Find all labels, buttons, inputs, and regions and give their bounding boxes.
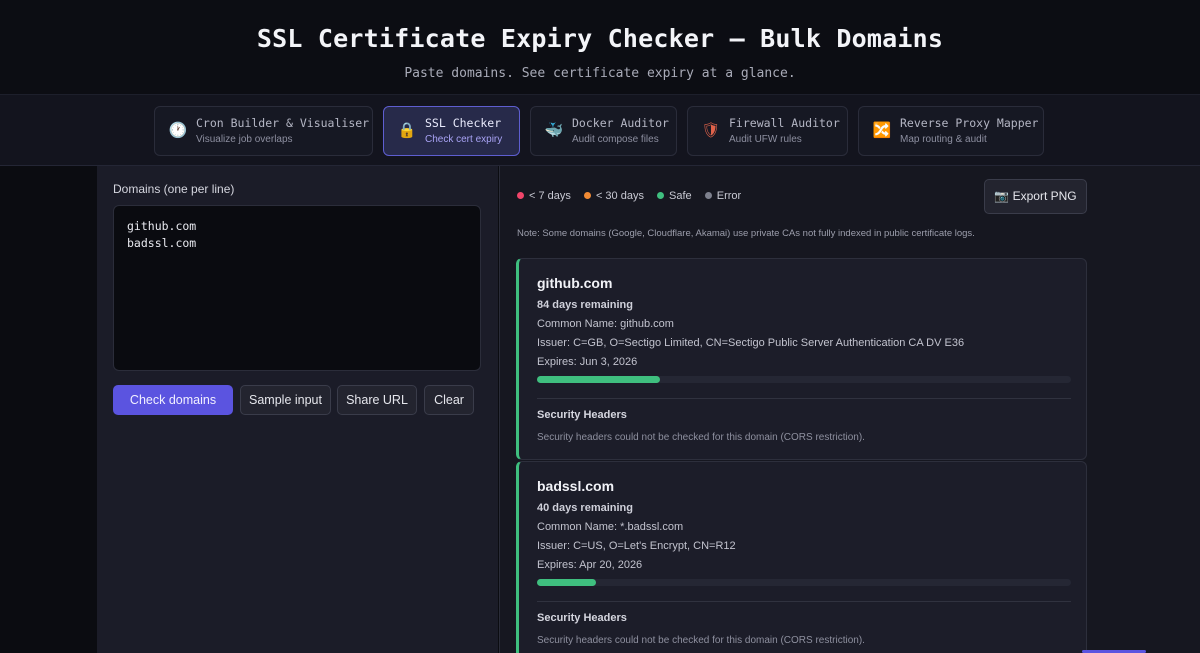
nav-item-subtitle: Visualize job overlaps <box>196 134 293 145</box>
card-domain: badssl.com <box>537 478 615 494</box>
legend-item-safe: Safe <box>657 190 692 202</box>
lock-icon: 🔒 <box>397 122 417 139</box>
input-panel: Domains (one per line) Check domains Sam… <box>97 166 498 653</box>
green-dot-icon <box>657 192 665 199</box>
expiry-date: Expires: Apr 20, 2026 <box>537 559 643 571</box>
domains-textarea[interactable] <box>113 205 481 371</box>
export-png-button[interactable]: 📷 Export PNG <box>984 179 1087 214</box>
legend-item-warning: < 30 days <box>583 190 644 202</box>
card-divider <box>537 601 1071 602</box>
security-headers-message: Security headers could not be checked fo… <box>537 635 865 646</box>
domain-result-card: github.com 84 days remaining Common Name… <box>516 258 1087 460</box>
domain-result-card: badssl.com 40 days remaining Common Name… <box>516 461 1087 653</box>
nav-item-title: SSL Checker <box>425 116 502 130</box>
nav-item-title: Docker Auditor <box>572 116 669 130</box>
security-headers-message: Security headers could not be checked fo… <box>537 432 865 443</box>
nav-item-subtitle: Audit UFW rules <box>729 134 802 145</box>
results-panel: < 7 days < 30 days Safe Error 📷 Export P… <box>499 166 1200 653</box>
security-headers-title: Security Headers <box>537 409 627 421</box>
red-dot-icon <box>517 192 524 199</box>
issuer: Issuer: C=US, O=Let's Encrypt, CN=R12 <box>537 540 736 552</box>
nav-item-firewall-auditor[interactable]: 🛡 Firewall Auditor Audit UFW rules <box>687 106 848 156</box>
days-remaining: 84 days remaining <box>537 299 633 311</box>
nav-item-subtitle: Check cert expiry <box>425 134 503 145</box>
whale-icon: 🐳 <box>544 122 564 139</box>
gray-dot-icon <box>704 192 712 199</box>
nav-item-reverse-proxy-mapper[interactable]: 🔀 Reverse Proxy Mapper Map routing & aud… <box>858 106 1044 156</box>
legend-item-error: Error <box>704 190 741 202</box>
ca-note: Note: Some domains (Google, Cloudflare, … <box>517 228 975 239</box>
page-subtitle: Paste domains. See certificate expiry at… <box>404 66 796 81</box>
page-title: SSL Certificate Expiry Checker — Bulk Do… <box>256 24 944 53</box>
common-name: Common Name: github.com <box>537 318 674 330</box>
expiry-date: Expires: Jun 3, 2026 <box>537 356 638 368</box>
clear-button[interactable]: Clear <box>424 385 474 415</box>
check-domains-button[interactable]: Check domains <box>113 385 233 415</box>
nav-item-title: Cron Builder & Visualiser <box>196 116 370 130</box>
security-headers-title: Security Headers <box>537 612 627 624</box>
clock-icon: 🕐 <box>168 122 188 139</box>
page-header: SSL Certificate Expiry Checker — Bulk Do… <box>0 0 1200 94</box>
card-domain: github.com <box>537 275 613 291</box>
expiry-progress-bar <box>537 376 1071 383</box>
nav-item-ssl-checker[interactable]: 🔒 SSL Checker Check cert expiry <box>383 106 520 156</box>
orange-dot-icon <box>583 192 591 199</box>
shuffle-icon: 🔀 <box>872 122 892 139</box>
shield-icon: 🛡 <box>701 122 721 139</box>
domains-label: Domains (one per line) <box>113 182 235 196</box>
nav-item-subtitle: Map routing & audit <box>900 134 987 145</box>
common-name: Common Name: *.badssl.com <box>537 521 684 533</box>
nav-item-title: Reverse Proxy Mapper <box>900 116 1039 130</box>
days-remaining: 40 days remaining <box>537 502 633 514</box>
nav-item-subtitle: Audit compose files <box>572 134 659 145</box>
card-divider <box>537 398 1071 399</box>
expiry-progress-fill <box>537 376 660 383</box>
nav-item-docker-auditor[interactable]: 🐳 Docker Auditor Audit compose files <box>530 106 677 156</box>
expiry-progress-bar <box>537 579 1071 586</box>
issuer: Issuer: C=GB, O=Sectigo Limited, CN=Sect… <box>537 337 965 349</box>
legend-item-critical: < 7 days <box>517 190 571 202</box>
sample-input-button[interactable]: Sample input <box>240 385 331 415</box>
share-url-button[interactable]: Share URL <box>337 385 417 415</box>
tool-navbar: 🕐 Cron Builder & Visualiser Visualize jo… <box>0 94 1200 166</box>
status-legend: < 7 days < 30 days Safe Error <box>517 190 751 202</box>
nav-item-title: Firewall Auditor <box>729 116 840 130</box>
expiry-progress-fill <box>537 579 596 586</box>
nav-item-cron-builder[interactable]: 🕐 Cron Builder & Visualiser Visualize jo… <box>154 106 373 156</box>
